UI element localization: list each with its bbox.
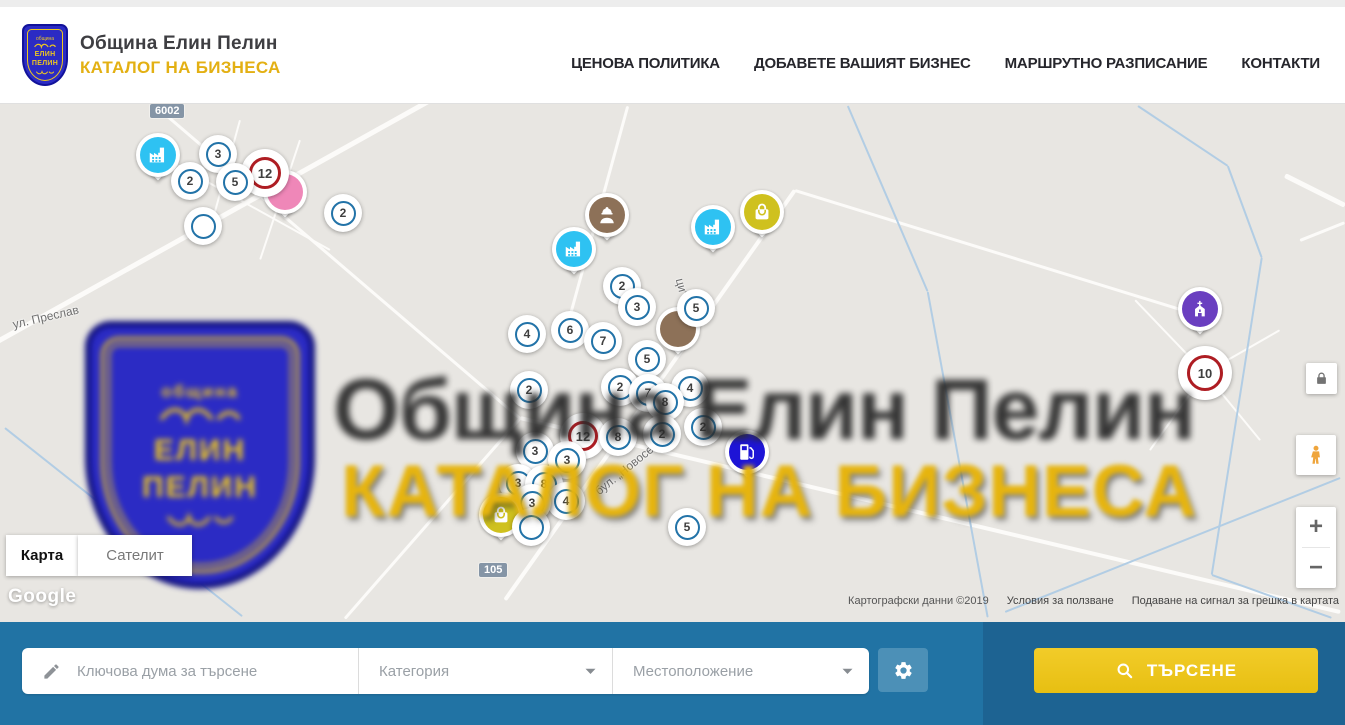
zoom-out-button[interactable]: − bbox=[1296, 548, 1336, 588]
logo-inner-frame bbox=[27, 29, 63, 81]
zoom-in-button[interactable]: + bbox=[1296, 507, 1336, 547]
map-road bbox=[795, 189, 1191, 314]
brand-subtitle: КАТАЛОГ НА БИЗНЕСА bbox=[80, 58, 281, 78]
cluster-count: 5 bbox=[684, 296, 709, 321]
map-cluster-marker[interactable]: 4 bbox=[508, 315, 546, 353]
search-button[interactable]: ТЪРСЕНЕ bbox=[1034, 648, 1318, 693]
cluster-count: 7 bbox=[591, 329, 616, 354]
watermark-title: Община Елин Пелин bbox=[333, 361, 1195, 460]
pin-disc bbox=[1178, 287, 1222, 331]
cluster-count: 4 bbox=[515, 322, 540, 347]
lock-icon bbox=[1314, 371, 1329, 386]
map-cluster-marker[interactable]: 7 bbox=[584, 322, 622, 360]
cluster-count: 3 bbox=[206, 142, 231, 167]
municipality-logo: община ЕЛИН ПЕЛИН bbox=[22, 24, 68, 86]
factory-icon bbox=[556, 231, 592, 267]
attribution-report-link[interactable]: Подаване на сигнал за грешка в картата bbox=[1132, 595, 1339, 607]
nav-add-your-business[interactable]: ДОБАВЕТЕ ВАШИЯТ БИЗНЕС bbox=[754, 55, 971, 72]
map-cluster-marker[interactable]: 3 bbox=[618, 288, 656, 326]
map-road bbox=[847, 106, 928, 293]
google-logo[interactable]: Google bbox=[8, 586, 76, 608]
category-dropdown-label: Категория bbox=[379, 663, 449, 680]
cluster-count bbox=[191, 214, 216, 239]
factory-icon bbox=[140, 137, 176, 173]
map-cluster-marker[interactable]: 5 bbox=[216, 163, 254, 201]
map-attribution: Картографски данни ©2019 Условия за полз… bbox=[848, 595, 1339, 607]
map-pin-church[interactable] bbox=[1177, 287, 1223, 349]
keyword-section[interactable] bbox=[22, 648, 358, 694]
pin-disc bbox=[552, 227, 596, 271]
pegman-button[interactable] bbox=[1296, 435, 1336, 475]
location-dropdown-label: Местоположение bbox=[633, 663, 753, 680]
location-dropdown[interactable]: Местоположение bbox=[612, 648, 869, 694]
pegman-icon bbox=[1305, 444, 1327, 466]
map-road bbox=[1227, 166, 1262, 259]
map-cluster-marker[interactable]: 2 bbox=[324, 194, 362, 232]
chevron-down-icon bbox=[585, 668, 596, 675]
pin-disc bbox=[740, 190, 784, 234]
map-road bbox=[1299, 221, 1345, 242]
map-canvas[interactable]: 6002105ул. Преславбул. „Новоселци“ 32512… bbox=[0, 103, 1345, 622]
bag-icon bbox=[744, 194, 780, 230]
road-number-chip: 6002 bbox=[150, 104, 184, 118]
map-type-control: Карта Сателит bbox=[6, 535, 192, 576]
brand[interactable]: община ЕЛИН ПЕЛИН Община Елин Пелин КАТА… bbox=[22, 24, 281, 86]
search-field-group: Категория Местоположение bbox=[22, 648, 869, 694]
map-road bbox=[1284, 173, 1345, 207]
road-number-chip: 105 bbox=[479, 563, 507, 577]
nav-pricing-policy[interactable]: ЦЕНОВА ПОЛИТИКА bbox=[571, 55, 720, 72]
cluster-count: 3 bbox=[625, 295, 650, 320]
cluster-count: 6 bbox=[558, 318, 583, 343]
keyword-search-input[interactable] bbox=[75, 662, 309, 681]
lock-button[interactable] bbox=[1306, 363, 1337, 394]
pencil-icon bbox=[42, 662, 61, 681]
factory-icon bbox=[695, 209, 731, 245]
brand-text: Община Елин Пелин КАТАЛОГ НА БИЗНЕСА bbox=[80, 33, 281, 78]
header: община ЕЛИН ПЕЛИН Община Елин Пелин КАТА… bbox=[0, 0, 1345, 104]
nav-contacts[interactable]: КОНТАКТИ bbox=[1241, 55, 1320, 72]
category-dropdown[interactable]: Категория bbox=[358, 648, 612, 694]
cluster-count: 2 bbox=[178, 169, 203, 194]
chevron-down-icon bbox=[842, 668, 853, 675]
church-icon bbox=[1182, 291, 1218, 327]
cluster-count: 2 bbox=[331, 201, 356, 226]
gear-icon bbox=[893, 660, 914, 681]
pin-disc bbox=[691, 205, 735, 249]
attribution-data: Картографски данни ©2019 bbox=[848, 595, 989, 607]
cluster-count: 5 bbox=[223, 170, 248, 195]
street-label: ул. Преслав bbox=[11, 303, 80, 332]
zoom-control: + − bbox=[1296, 507, 1336, 588]
map-pin-factory[interactable] bbox=[551, 227, 597, 289]
map-pin-factory[interactable] bbox=[690, 205, 736, 267]
brand-title: Община Елин Пелин bbox=[80, 33, 281, 55]
map-type-map-button[interactable]: Карта bbox=[6, 535, 78, 576]
watermark-subtitle: КАТАЛОГ НА БИЗНЕСА bbox=[341, 450, 1197, 533]
map-type-satellite-button[interactable]: Сателит bbox=[78, 535, 192, 576]
page: община ЕЛИН ПЕЛИН Община Елин Пелин КАТА… bbox=[0, 0, 1345, 725]
search-icon bbox=[1115, 661, 1134, 680]
map-cluster-marker[interactable]: 2 bbox=[171, 162, 209, 200]
advanced-settings-button[interactable] bbox=[878, 648, 928, 692]
main-nav: ЦЕНОВА ПОЛИТИКА ДОБАВЕТЕ ВАШИЯТ БИЗНЕС М… bbox=[571, 0, 1320, 115]
map-cluster-marker[interactable] bbox=[184, 207, 222, 245]
search-button-label: ТЪРСЕНЕ bbox=[1147, 661, 1237, 681]
map-pin-bag[interactable] bbox=[739, 190, 785, 252]
nav-route-schedule[interactable]: МАРШРУТНО РАЗПИСАНИЕ bbox=[1005, 55, 1208, 72]
map-cluster-marker[interactable]: 5 bbox=[677, 289, 715, 327]
top-strip bbox=[0, 0, 1345, 7]
attribution-terms-link[interactable]: Условия за ползване bbox=[1007, 595, 1114, 607]
search-panel: Категория Местоположение ТЪРСЕНЕ bbox=[0, 622, 1345, 725]
